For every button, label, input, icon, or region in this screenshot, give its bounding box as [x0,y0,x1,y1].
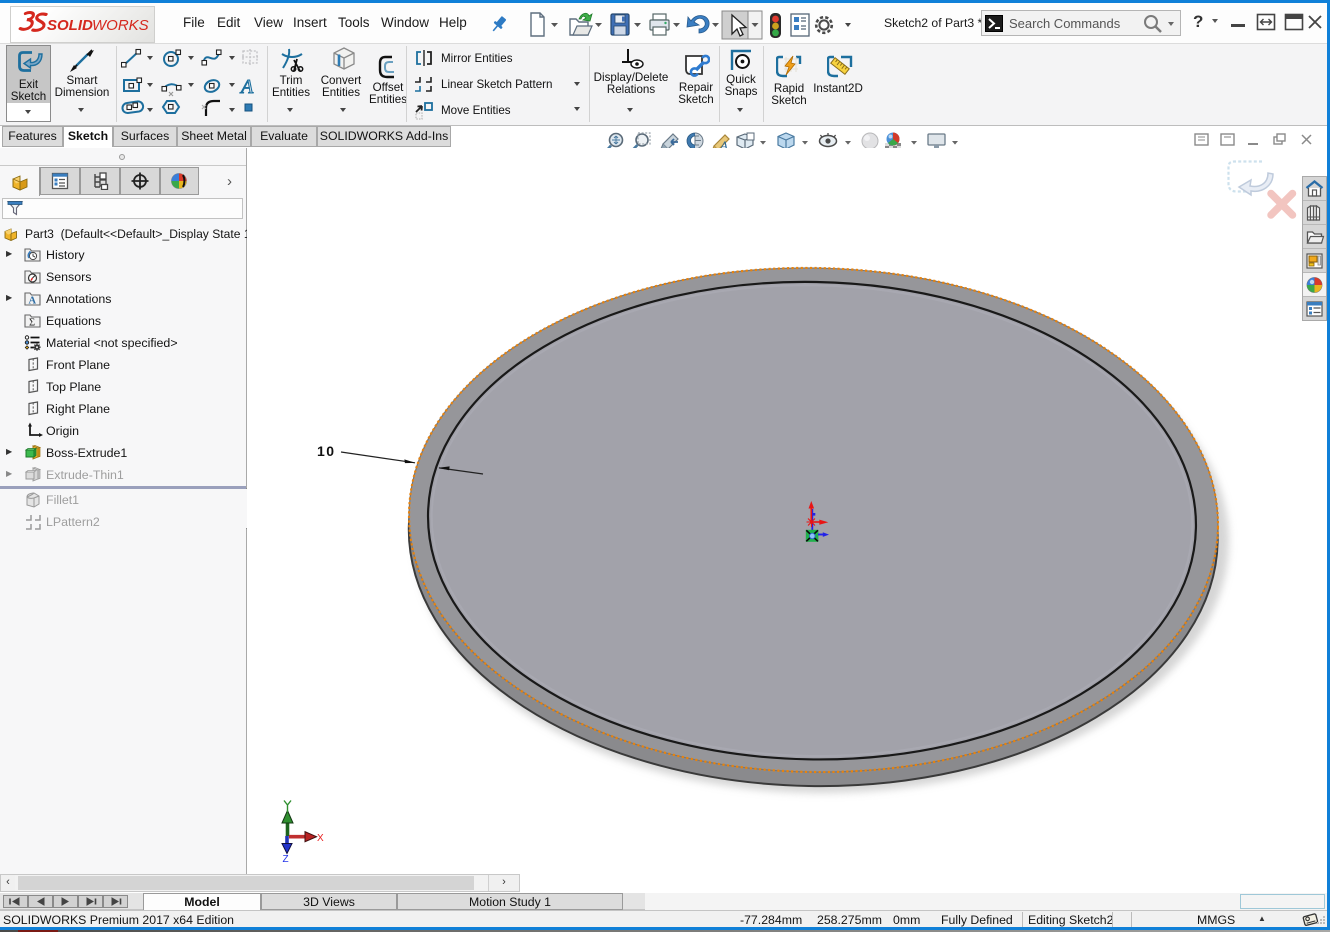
svg-text:A: A [29,296,37,307]
svg-text:X: X [317,833,324,844]
svg-text:A: A [239,76,254,98]
svg-text:10: 10 [317,443,336,459]
svg-text:Σ: Σ [29,318,35,329]
svg-text:SOLID: SOLID [47,17,93,34]
svg-text:WORKS: WORKS [92,17,149,34]
svg-text:Z: Z [283,854,289,865]
